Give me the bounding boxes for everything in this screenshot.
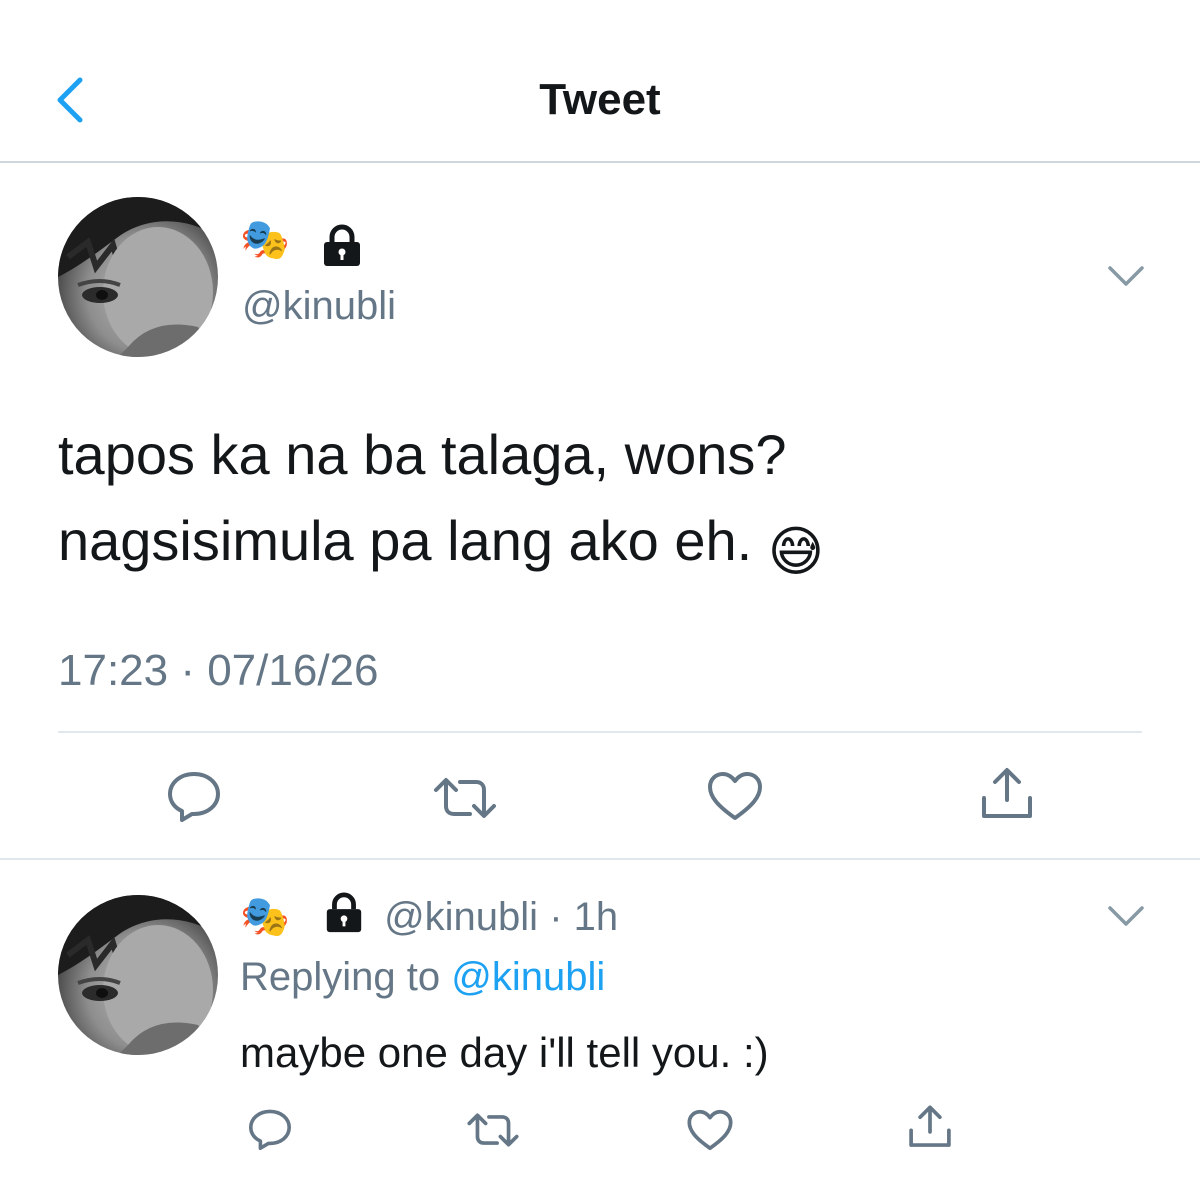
reply-text: maybe one day i'll tell you. :) (240, 1029, 769, 1076)
page-title: Tweet (539, 75, 661, 124)
chevron-down-icon (1108, 906, 1144, 926)
reply-button[interactable] (246, 1106, 294, 1152)
tweet-text-line-2-text: nagsisimula pa lang ako eh. (58, 509, 753, 572)
avatar-photo (58, 197, 218, 357)
retweet-icon (434, 778, 496, 818)
tweet-text-line-2: nagsisimula pa lang ako eh. 😅 (58, 498, 1148, 595)
reply-icon (249, 1109, 291, 1150)
avatar-photo (58, 895, 218, 1055)
timestamp[interactable]: 17:23 · 07/16/26 (58, 645, 378, 697)
avatar[interactable] (58, 197, 218, 357)
like-button[interactable] (706, 770, 764, 822)
reply-time: · 1h (549, 895, 619, 939)
tweet-text: tapos ka na ba talaga, wons? nagsisimula… (58, 412, 1148, 595)
lock-icon (323, 892, 365, 948)
reply-icon (168, 772, 220, 822)
like-icon (708, 772, 762, 820)
share-button[interactable] (906, 1104, 954, 1150)
avatar[interactable] (58, 895, 218, 1055)
retweet-button[interactable] (432, 776, 498, 820)
like-button[interactable] (686, 1108, 734, 1152)
share-icon (982, 768, 1032, 818)
header-divider (0, 161, 1200, 163)
retweet-icon (467, 1113, 519, 1147)
divider (58, 731, 1142, 733)
reply-handle[interactable]: @kinubli (384, 895, 538, 939)
tweet-text-line-1: tapos ka na ba talaga, wons? (58, 423, 787, 486)
lock-icon (320, 224, 364, 273)
handle[interactable]: @kinubli (242, 282, 396, 330)
share-button[interactable] (978, 766, 1036, 822)
replying-prefix: Replying to (240, 955, 441, 999)
replying-to-mention[interactable]: @kinubli (451, 955, 605, 999)
like-icon (687, 1109, 733, 1151)
reply-button[interactable] (164, 768, 224, 824)
display-name-emoji: 🎭 (240, 218, 290, 262)
more-options-button[interactable] (1106, 902, 1146, 935)
more-options-button[interactable] (1106, 262, 1146, 295)
share-icon (909, 1105, 951, 1147)
replying-to: Replying to @kinubli (240, 950, 605, 1004)
retweet-button[interactable] (466, 1112, 520, 1148)
reply-header: 🎭 @kinubli · 1h (240, 890, 618, 948)
divider (0, 858, 1200, 860)
chevron-down-icon (1108, 266, 1144, 286)
display-name-emoji: 🎭 (240, 895, 290, 939)
grinning-sweat-emoji: 😅 (767, 522, 825, 582)
